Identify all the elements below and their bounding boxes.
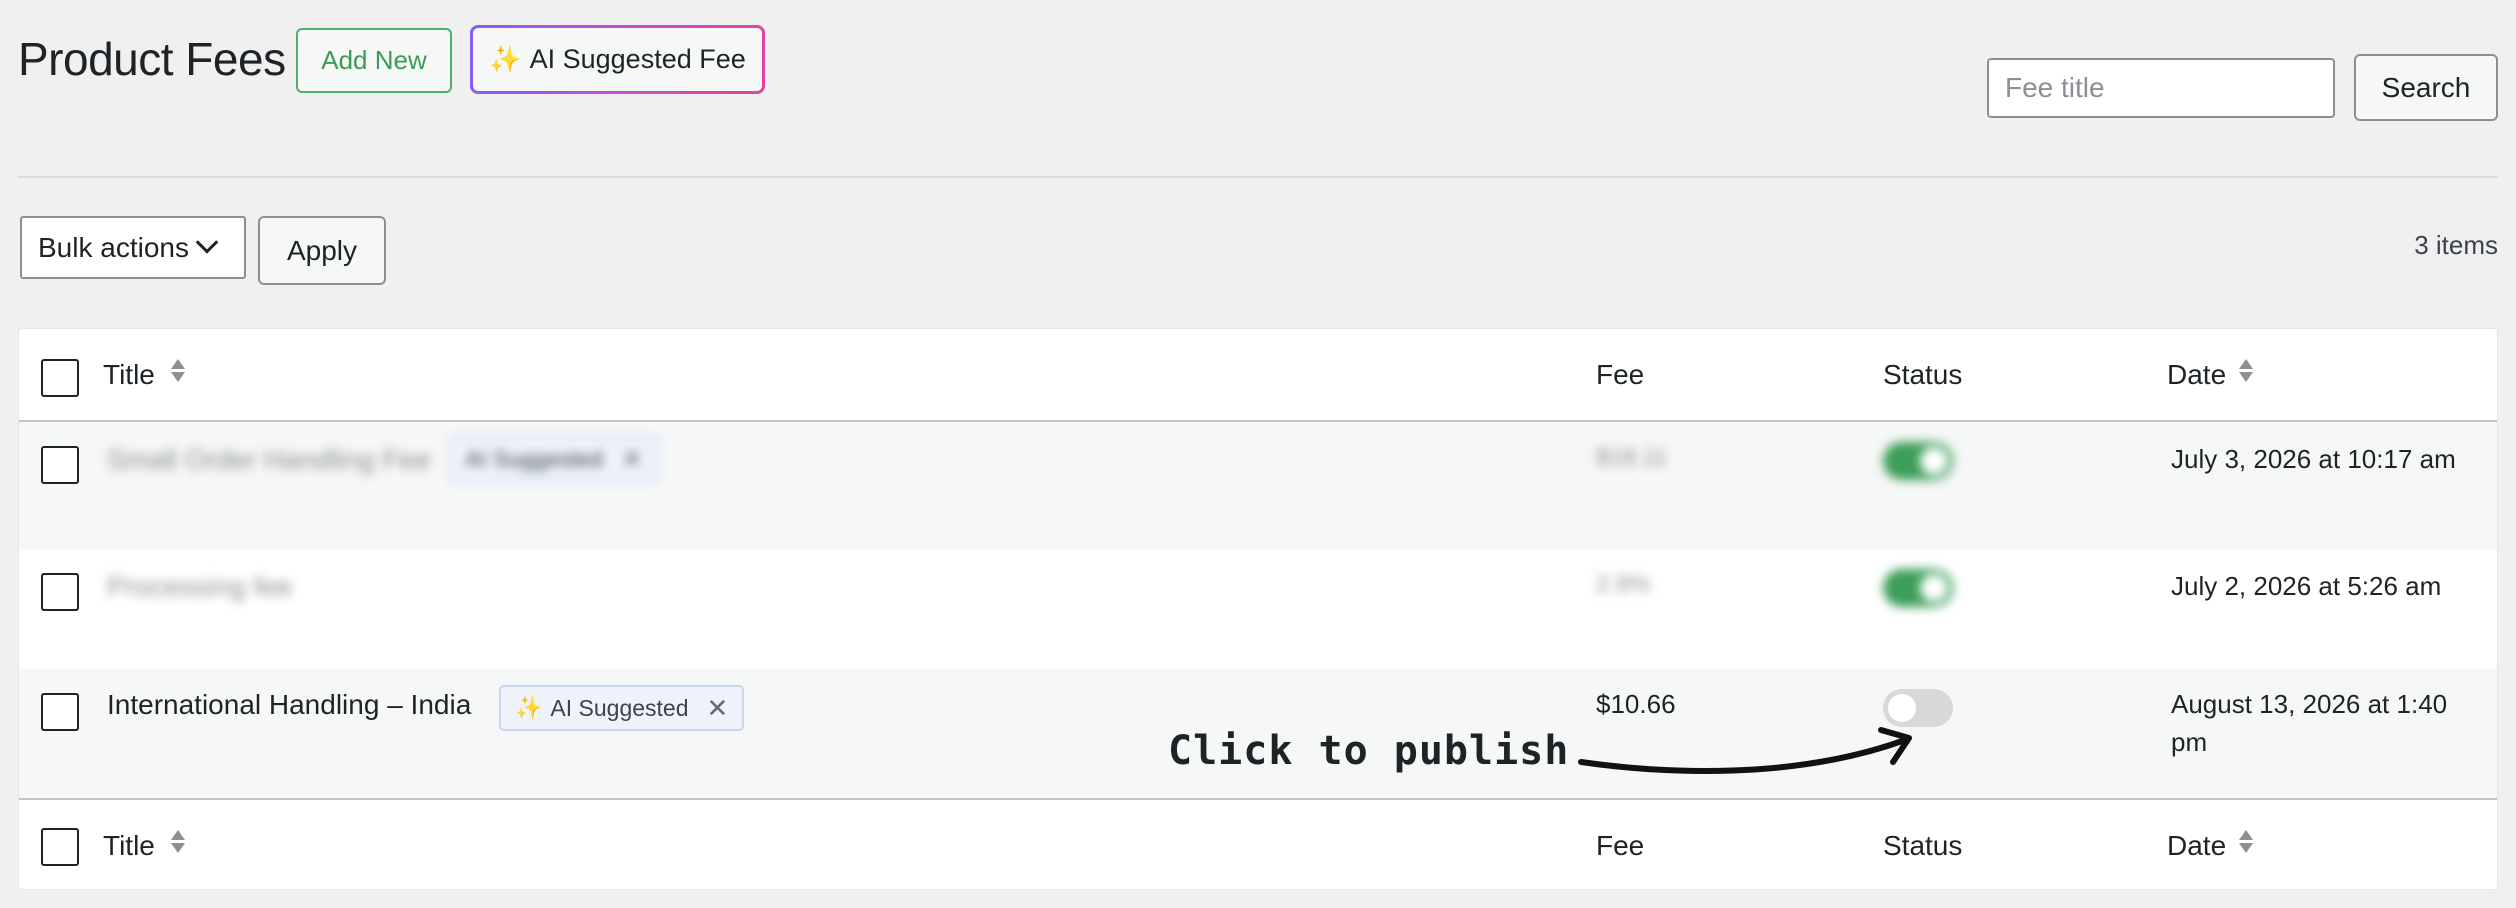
column-header-fee: Fee — [1596, 359, 1645, 390]
annotation-text: Click to publish — [1168, 728, 1570, 774]
chevron-down-icon — [195, 230, 219, 254]
annotation-arrow-icon — [1578, 727, 1912, 774]
row-checkbox[interactable] — [41, 573, 79, 611]
item-count: 3 items — [2414, 230, 2498, 260]
row-title[interactable]: Small Order Handling Fee — [107, 444, 431, 476]
row-checkbox[interactable] — [41, 693, 79, 731]
column-footer-date[interactable]: Date — [2167, 830, 2226, 862]
apply-button[interactable]: Apply — [258, 216, 386, 285]
row-date: July 3, 2026 at 10:17 am — [2171, 444, 2456, 474]
row-fee: $10.66 — [1596, 689, 1676, 719]
ai-suggested-badge: ✨ AI Suggested ✕ — [499, 685, 745, 731]
bulk-actions-label: Bulk actions — [38, 231, 189, 263]
row-title[interactable]: Processing fee — [107, 571, 292, 603]
select-all-checkbox[interactable] — [41, 359, 79, 397]
row-title[interactable]: International Handling – India — [107, 689, 471, 721]
ai-suggested-fee-label: AI Suggested Fee — [529, 44, 746, 74]
sort-date-icon[interactable] — [2239, 830, 2253, 853]
column-header-date[interactable]: Date — [2167, 359, 2226, 391]
row-fee: 2.9% — [1596, 571, 1651, 598]
search-input[interactable] — [1987, 58, 2335, 118]
close-icon[interactable]: ✕ — [621, 444, 643, 475]
fees-table: Title Fee Status Date Small Order Handli… — [18, 328, 2498, 890]
header-divider — [18, 176, 2498, 178]
table-footer-row: Title Fee Status Date — [19, 800, 2497, 890]
column-header-title[interactable]: Title — [103, 359, 155, 391]
ai-suggested-badge: AI Suggested ✕ — [449, 436, 659, 482]
table-row: Processing fee 2.9% July 2, 2026 at 5:26… — [19, 549, 2497, 669]
table-header-row: Title Fee Status Date — [19, 329, 2497, 421]
badge-label: AI Suggested — [550, 694, 689, 721]
status-toggle[interactable] — [1883, 442, 1953, 480]
sort-date-icon[interactable] — [2239, 359, 2253, 382]
row-checkbox[interactable] — [41, 446, 79, 484]
search-button[interactable]: Search — [2354, 54, 2498, 121]
ai-suggested-fee-button[interactable]: ✨ AI Suggested Fee — [470, 25, 765, 94]
badge-label: AI Suggested — [465, 445, 604, 472]
row-date-line1: August 13, 2026 at 1:40 — [2171, 689, 2448, 719]
sparkle-icon: ✨ — [515, 695, 543, 720]
column-footer-status: Status — [1883, 830, 1963, 861]
select-all-checkbox-footer[interactable] — [41, 828, 79, 866]
sort-title-icon[interactable] — [171, 359, 185, 382]
column-footer-fee: Fee — [1596, 830, 1645, 861]
add-new-button[interactable]: Add New — [296, 28, 452, 93]
sparkle-icon: ✨ — [489, 44, 522, 74]
row-date: July 2, 2026 at 5:26 am — [2171, 571, 2442, 601]
column-footer-title[interactable]: Title — [103, 830, 155, 862]
close-icon[interactable]: ✕ — [707, 693, 729, 724]
bulk-actions-select[interactable]: Bulk actions — [20, 216, 246, 279]
column-header-status: Status — [1883, 359, 1963, 390]
row-date-line2: pm — [2171, 727, 2208, 757]
table-row: Small Order Handling Fee AI Suggested ✕ … — [19, 422, 2497, 549]
row-fee: $18.11 — [1596, 444, 1668, 471]
page-title: Product Fees — [18, 33, 286, 85]
status-toggle[interactable] — [1883, 569, 1953, 607]
sort-title-icon[interactable] — [171, 830, 185, 853]
